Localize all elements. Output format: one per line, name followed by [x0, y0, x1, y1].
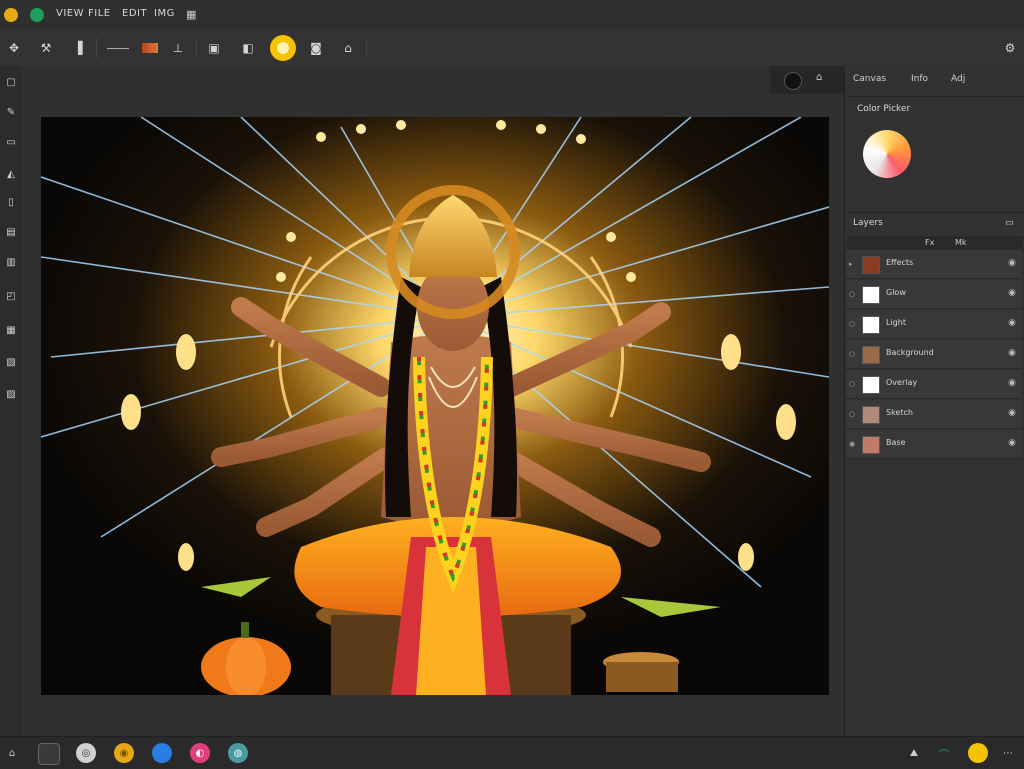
layer-row[interactable]: ◉ Base ◉ — [846, 430, 1022, 459]
coin-icon[interactable]: ◉ — [114, 743, 134, 763]
artwork-canvas[interactable] — [41, 117, 829, 695]
menu-file[interactable]: FILE — [88, 8, 111, 19]
layer-visibility-icon[interactable]: ◉ — [1008, 318, 1016, 328]
fill-icon[interactable]: ◭ — [3, 166, 19, 182]
blue-dot-icon[interactable] — [152, 743, 172, 763]
menu-edit[interactable]: EDIT — [122, 8, 147, 19]
layer-thumbnail — [862, 256, 880, 274]
circle-icon[interactable] — [38, 743, 60, 765]
layer-row[interactable]: ○ Light ◉ — [846, 310, 1022, 339]
history-icon[interactable]: ▨ — [3, 386, 19, 402]
brush-icon[interactable]: ⚒ — [34, 36, 58, 60]
layers-panel-title: Layers — [853, 218, 883, 228]
accent-dot-icon[interactable] — [968, 743, 988, 763]
move-icon[interactable]: ✥ — [2, 36, 26, 60]
menu-view[interactable]: VIEW — [56, 8, 84, 19]
status-bar: ⌂ ◎ ◉ ◐ ◍ ⛰ ⌒ ⋯ — [0, 736, 1024, 769]
layers-subtab-mask[interactable]: Mk — [955, 238, 967, 247]
layer-expand-icon[interactable]: ◉ — [849, 440, 855, 448]
layer-expand-icon[interactable]: ○ — [849, 410, 855, 418]
layer-expand-icon[interactable]: ○ — [849, 320, 855, 328]
lasso-icon[interactable]: ▐ — [66, 36, 90, 60]
layer-thumbnail — [862, 286, 880, 304]
frame-icon[interactable]: ▤ — [3, 224, 19, 240]
texture-icon[interactable] — [138, 36, 162, 60]
toolbar: ✥ ⚒ ▐ ⊥ ▣ ◧ ◙ ⌂ ⚙ — [0, 30, 1024, 67]
tab-adjust[interactable]: Adj — [951, 74, 965, 84]
toolbar-divider — [196, 38, 197, 58]
layer-row[interactable]: ○ Glow ◉ — [846, 280, 1022, 309]
zoom-icon[interactable]: ◰ — [3, 288, 19, 304]
artwork-illustration — [41, 117, 829, 695]
layer-thumbnail — [862, 436, 880, 454]
hand-icon[interactable]: ▦ — [3, 322, 19, 338]
layer-name: Overlay — [886, 378, 918, 387]
layer-visibility-icon[interactable]: ◉ — [1008, 288, 1016, 298]
grid-tool-icon[interactable]: ▥ — [3, 254, 19, 270]
layers-subtab-fx[interactable]: Fx — [925, 238, 934, 247]
layer-expand-icon[interactable]: ▸ — [849, 260, 853, 268]
layer-name: Light — [886, 318, 906, 327]
history-back-icon[interactable]: ⌂ — [2, 743, 22, 763]
menu-icon[interactable]: ⋯ — [998, 743, 1018, 763]
layer-expand-icon[interactable]: ○ — [849, 380, 855, 388]
layer-name: Effects — [886, 258, 914, 267]
layer-visibility-icon[interactable]: ◉ — [1008, 258, 1016, 268]
stamp-icon[interactable]: ⌂ — [336, 36, 360, 60]
layer-row[interactable]: ○ Sketch ◉ — [846, 400, 1022, 429]
brush-stroke-icon[interactable]: ⌒ — [934, 743, 954, 763]
crop-icon[interactable]: ▣ — [202, 36, 226, 60]
measure-icon[interactable]: ▧ — [3, 354, 19, 370]
line-icon[interactable] — [104, 36, 132, 60]
tab-canvas[interactable]: Canvas — [853, 74, 886, 84]
layer-visibility-icon[interactable]: ◉ — [1008, 438, 1016, 448]
fullscreen-icon[interactable]: ⌂ — [816, 72, 822, 83]
app-icon[interactable] — [4, 8, 18, 22]
color-wheel[interactable] — [863, 130, 911, 178]
layer-thumbnail — [862, 406, 880, 424]
status-dot-icon — [30, 8, 44, 22]
camera-icon[interactable]: ◍ — [228, 743, 248, 763]
layers-menu-icon[interactable]: ▭ — [1005, 218, 1014, 228]
layers-icon[interactable]: ◧ — [236, 36, 260, 60]
record-icon[interactable] — [784, 72, 802, 90]
text-icon[interactable]: ▯ — [3, 194, 19, 210]
panel-divider — [845, 96, 1024, 97]
layer-thumbnail — [862, 376, 880, 394]
select-icon[interactable]: ▢ — [3, 74, 19, 90]
color-panel-title: Color Picker — [857, 104, 911, 114]
tab-info[interactable]: Info — [911, 74, 928, 84]
layer-expand-icon[interactable]: ○ — [849, 290, 855, 298]
pink-dot-icon[interactable]: ◐ — [190, 743, 210, 763]
layer-name: Base — [886, 438, 906, 447]
panel-divider — [845, 212, 1024, 213]
layer-row[interactable]: ○ Background ◉ — [846, 340, 1022, 369]
left-tool-strip: ▢ ✎ ▭ ◭ ▯ ▤ ▥ ◰ ▦ ▧ ▨ — [0, 66, 22, 736]
pencil-icon[interactable]: ✎ — [3, 104, 19, 120]
pen-icon[interactable]: ⊥ — [166, 36, 190, 60]
toolbar-divider — [96, 38, 97, 58]
eraser-icon[interactable]: ▭ — [3, 134, 19, 150]
grid-icon[interactable]: ▦ — [186, 8, 196, 21]
settings-icon[interactable]: ⚙ — [998, 36, 1022, 60]
layer-name: Background — [886, 348, 934, 357]
title-bar: VIEW FILE EDIT IMG ▦ — [0, 0, 1024, 30]
layer-expand-icon[interactable]: ○ — [849, 350, 855, 358]
globe-icon[interactable]: ◎ — [76, 743, 96, 763]
image-icon[interactable]: ⛰ — [904, 743, 924, 763]
layer-thumbnail — [862, 316, 880, 334]
layer-visibility-icon[interactable]: ◉ — [1008, 348, 1016, 358]
layer-name: Glow — [886, 288, 906, 297]
layer-visibility-icon[interactable]: ◉ — [1008, 378, 1016, 388]
menu-img[interactable]: IMG — [154, 8, 175, 19]
layer-name: Sketch — [886, 408, 913, 417]
layer-row[interactable]: ○ Overlay ◉ — [846, 370, 1022, 399]
layer-visibility-icon[interactable]: ◉ — [1008, 408, 1016, 418]
toolbar-divider — [366, 38, 367, 58]
layer-thumbnail — [862, 346, 880, 364]
shape-icon[interactable]: ◙ — [304, 36, 328, 60]
sun-icon[interactable] — [270, 35, 296, 61]
canvas-controls: ⌂ — [770, 66, 844, 94]
layer-row[interactable]: ▸ Effects ◉ — [846, 250, 1022, 279]
